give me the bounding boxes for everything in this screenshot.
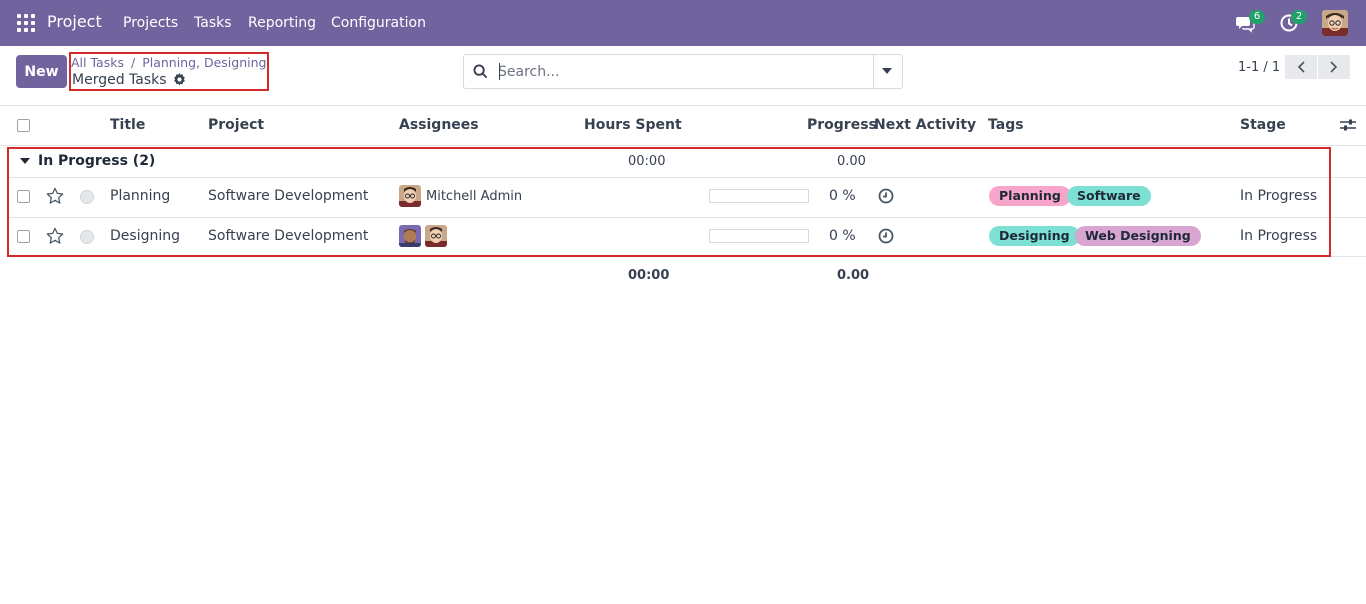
- divider: [0, 145, 1366, 146]
- column-hours-spent[interactable]: Hours Spent: [584, 117, 682, 133]
- column-title[interactable]: Title: [110, 117, 145, 133]
- optional-columns-icon[interactable]: [1340, 118, 1356, 132]
- new-button[interactable]: New: [16, 55, 67, 88]
- page-title: Merged Tasks: [72, 72, 186, 88]
- chevron-left-icon: [1297, 61, 1305, 73]
- pager-next-button[interactable]: [1318, 55, 1350, 79]
- breadcrumb: All Tasks / Planning, Designing: [71, 55, 266, 70]
- apps-grid-icon[interactable]: [17, 14, 35, 32]
- breadcrumb-separator: /: [130, 55, 136, 70]
- column-tags[interactable]: Tags: [988, 117, 1024, 133]
- select-all-checkbox[interactable]: [17, 119, 30, 132]
- search-divider: [873, 55, 874, 88]
- breadcrumb-all-tasks[interactable]: All Tasks: [71, 55, 124, 70]
- user-avatar[interactable]: [1322, 10, 1348, 36]
- menu-tasks[interactable]: Tasks: [194, 15, 232, 31]
- menu-reporting[interactable]: Reporting: [248, 15, 316, 31]
- search-options-toggle-icon[interactable]: [882, 68, 892, 74]
- column-next-activity[interactable]: Next Activity: [874, 117, 976, 133]
- current-view-title: Merged Tasks: [72, 72, 167, 88]
- menu-configuration[interactable]: Configuration: [331, 15, 426, 31]
- breadcrumb-planning-designing[interactable]: Planning, Designing: [142, 55, 266, 70]
- menu-projects[interactable]: Projects: [123, 15, 178, 31]
- column-stage[interactable]: Stage: [1240, 117, 1286, 133]
- search-input[interactable]: [498, 62, 858, 82]
- gear-icon[interactable]: [173, 73, 186, 86]
- column-project[interactable]: Project: [208, 117, 264, 133]
- column-assignees[interactable]: Assignees: [399, 117, 479, 133]
- total-progress: 0.00: [837, 268, 870, 283]
- divider: [0, 105, 1366, 106]
- column-progress[interactable]: Progress: [807, 117, 877, 133]
- total-hours: 00:00: [628, 268, 670, 283]
- search-icon: [473, 64, 488, 79]
- messages-badge: 6: [1249, 10, 1265, 24]
- app-name[interactable]: Project: [47, 12, 102, 31]
- pager-previous-button[interactable]: [1285, 55, 1317, 79]
- text-cursor: [499, 63, 500, 80]
- group-highlight: [7, 147, 1331, 257]
- activities-badge: 2: [1291, 10, 1307, 24]
- top-navbar: Project Projects Tasks Reporting Configu…: [0, 0, 1366, 46]
- chevron-right-icon: [1330, 61, 1338, 73]
- pager-value[interactable]: 1-1 / 1: [1238, 60, 1280, 75]
